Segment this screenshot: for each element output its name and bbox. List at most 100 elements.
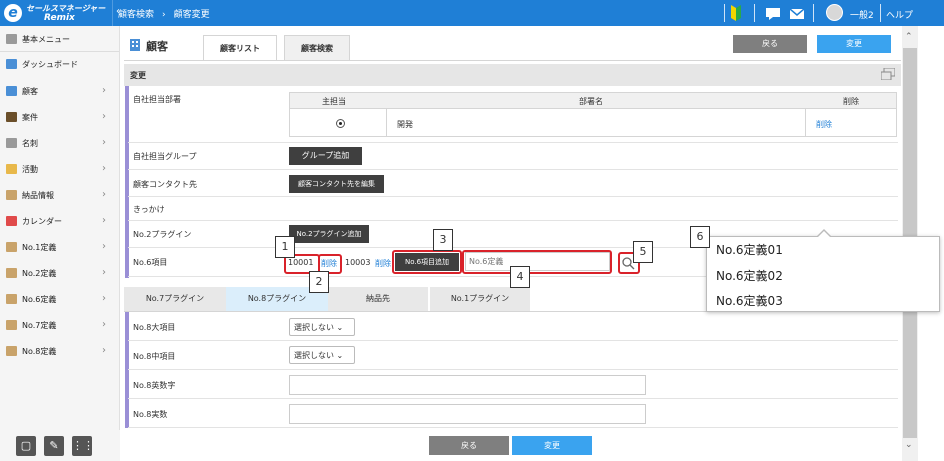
card-icon — [6, 138, 17, 148]
no8-alpha-input[interactable] — [289, 375, 646, 395]
logo-mark-icon: e — [4, 4, 22, 22]
no8-real-input[interactable] — [289, 404, 646, 424]
footer-back-button[interactable]: 戻る — [429, 436, 509, 455]
change-button[interactable]: 変更 — [817, 35, 891, 53]
chat-icon[interactable] — [766, 8, 780, 20]
sidebar-item-label: No.2定義 — [22, 269, 57, 278]
page-title: 顧客 — [146, 40, 168, 53]
col-main: 主担当 — [322, 97, 346, 106]
user-name[interactable]: 一般2 — [850, 8, 874, 24]
sidebar-item-1[interactable]: ダッシュボード — [0, 51, 119, 77]
sidebar-item-9[interactable]: No.2定義 › — [0, 260, 119, 286]
edit-contact-button[interactable]: 顧客コンタクト先を編集 — [289, 175, 384, 193]
sidebar-item-12[interactable]: No.8定義 › — [0, 338, 119, 364]
tab-no1-plugin[interactable]: No.1プラグイン — [430, 287, 530, 311]
tab-no7-plugin[interactable]: No.7プラグイン — [124, 287, 226, 311]
section-header — [124, 64, 901, 86]
chevron-right-icon: › — [102, 85, 106, 96]
sidebar-item-6[interactable]: 納品情報 › — [0, 182, 119, 208]
back-button[interactable]: 戻る — [733, 35, 807, 53]
building-icon — [130, 39, 140, 51]
group-label: 自社担当グループ — [133, 152, 197, 161]
breadcrumb-customer-search[interactable]: 顧客検索 — [118, 10, 154, 20]
calendar-icon — [6, 216, 17, 226]
avatar[interactable] — [826, 4, 843, 21]
dept-label: 自社担当部署 — [133, 95, 181, 104]
building-icon — [6, 86, 17, 96]
sidebar-item-5[interactable]: 活動 › — [0, 156, 119, 182]
dropdown-option-1[interactable]: No.6定義01 — [716, 241, 783, 258]
wrench-icon[interactable]: ✎ — [44, 436, 64, 456]
dept-name: 開発 — [397, 120, 413, 129]
no8-real-label: No.8実数 — [133, 410, 168, 419]
add-no2-button[interactable]: No.2プラグイン追加 — [289, 225, 369, 243]
callout-4: 4 — [510, 266, 530, 288]
popout-icon[interactable] — [881, 68, 895, 80]
callout-1: 1 — [275, 236, 295, 258]
grid-icon — [6, 34, 17, 44]
help-link[interactable]: ヘルプ — [886, 8, 913, 24]
footer-change-button[interactable]: 変更 — [512, 436, 592, 455]
sidebar-menu: 基本メニュー ダッシュボード 顧客 › 案件 › 名刺 › 活動 › 納品情報 › カレンダー › No.1… — [0, 26, 120, 376]
sidebar-item-label: No.8定義 — [22, 347, 57, 356]
chevron-right-icon: › — [102, 267, 106, 278]
sidebar-item-4[interactable]: 名刺 › — [0, 130, 119, 156]
sidebar-item-3[interactable]: 案件 › — [0, 104, 119, 130]
sidebar-item-8[interactable]: No.1定義 › — [0, 234, 119, 260]
no6-value-2: 10003 — [345, 258, 371, 267]
no8-alpha-label: No.8英数字 — [133, 381, 176, 390]
tab-customer-search[interactable]: 顧客検索 — [284, 35, 350, 60]
col-dept-name: 部署名 — [579, 97, 603, 106]
sidebar-item-label: カレンダー — [22, 217, 62, 226]
dropdown-option-3[interactable]: No.6定義03 — [716, 292, 783, 309]
sidebar-item-label: 基本メニュー — [22, 35, 70, 44]
definition-icon — [6, 294, 17, 304]
sidebar-item-11[interactable]: No.7定義 › — [0, 312, 119, 338]
highlight-3 — [392, 250, 462, 274]
tab-customer-list[interactable]: 顧客リスト — [203, 35, 277, 60]
sidebar-item-2[interactable]: 顧客 › — [0, 78, 119, 104]
sidebar-item-label: No.7定義 — [22, 321, 57, 330]
chevron-right-icon: › — [102, 189, 106, 200]
no8-large-select[interactable]: 選択しない ⌄ — [289, 318, 355, 336]
no6-label: No.6項目 — [133, 258, 168, 267]
sidebar-item-label: 納品情報 — [22, 191, 54, 200]
chevron-right-icon: › — [102, 137, 106, 148]
callout-3: 3 — [433, 229, 453, 251]
sidebar-item-label: 名刺 — [22, 139, 38, 148]
chevron-right-icon: › — [102, 111, 106, 122]
scroll-down-icon[interactable]: ⌄ — [905, 440, 913, 450]
app-logo[interactable]: e セールスマネージャー Remix — [4, 2, 109, 24]
beginner-mark-icon — [731, 5, 741, 21]
sidebar-item-0[interactable]: 基本メニュー — [0, 26, 119, 52]
delivery-icon — [6, 190, 17, 200]
window-icon[interactable]: ▢ — [16, 436, 36, 456]
chevron-right-icon: › — [102, 293, 106, 304]
dept-delete-link[interactable]: 削除 — [816, 119, 832, 130]
callout-6: 6 — [690, 226, 710, 248]
apps-grid-icon[interactable]: ⋮⋮ — [72, 436, 94, 456]
folder-icon — [6, 112, 17, 122]
no6-delete-2[interactable]: 削除 — [375, 258, 391, 269]
sidebar-item-label: 活動 — [22, 165, 38, 174]
tab-delivery[interactable]: 納品先 — [328, 287, 428, 311]
no8-mid-select[interactable]: 選択しない ⌄ — [289, 346, 355, 364]
section-title: 変更 — [130, 71, 146, 80]
col-delete: 削除 — [843, 97, 859, 106]
sidebar-item-7[interactable]: カレンダー › — [0, 208, 119, 234]
callout-5: 5 — [633, 241, 653, 263]
add-group-button[interactable]: グループ追加 — [289, 147, 362, 165]
sidebar-item-label: 案件 — [22, 113, 38, 122]
mail-icon[interactable] — [790, 9, 804, 19]
chevron-right-icon: › — [102, 345, 106, 356]
dropdown-option-2[interactable]: No.6定義02 — [716, 267, 783, 284]
breadcrumb: 顧客検索 › 顧客変更 — [118, 10, 210, 20]
memo-icon — [6, 164, 17, 174]
sidebar-item-label: No.6定義 — [22, 295, 57, 304]
scroll-up-icon[interactable]: ⌃ — [905, 32, 913, 42]
no8-mid-label: No.8中項目 — [133, 352, 176, 361]
main-radio[interactable] — [336, 119, 345, 128]
sidebar-item-10[interactable]: No.6定義 › — [0, 286, 119, 312]
chevron-right-icon: › — [102, 241, 106, 252]
callout-2: 2 — [309, 271, 329, 293]
